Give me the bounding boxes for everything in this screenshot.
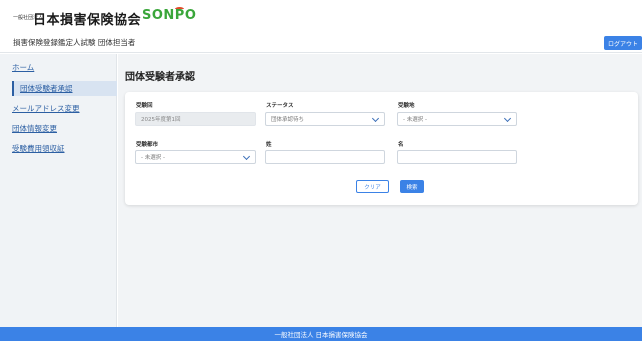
sidebar-item-email-change[interactable]: メールアドレス変更 <box>12 103 80 114</box>
sidebar-item-group-info-change[interactable]: 団体情報変更 <box>12 123 57 134</box>
search-form-card: 受験回 2025年度第1回 ステータス 団体承認待ち 受験地 - 未選択 - 受… <box>125 92 638 205</box>
logout-button[interactable]: ログアウト <box>604 36 642 50</box>
prefecture-select[interactable]: - 未選択 - <box>135 150 256 164</box>
first-name-input[interactable] <box>397 150 517 164</box>
prefecture-label: 受験都市 <box>136 142 159 148</box>
exam-round-field: 2025年度第1回 <box>135 112 256 126</box>
first-name-label: 名 <box>398 142 404 148</box>
sonpo-logo: SONPO <box>142 8 197 23</box>
footer: 一般社団法人 日本損害保険協会 <box>0 327 642 341</box>
last-name-label: 姓 <box>266 142 272 148</box>
main-content: 団体受験者承認 受験回 2025年度第1回 ステータス 団体承認待ち 受験地 -… <box>118 54 642 327</box>
page-title: 団体受験者承認 <box>125 72 195 83</box>
exam-site-select[interactable]: - 未選択 - <box>397 112 517 126</box>
exam-site-select-value: - 未選択 - <box>403 117 427 123</box>
sidebar: ホーム 団体受験者承認 メールアドレス変更 団体情報変更 受験費用領収証 <box>0 54 117 327</box>
sonpo-logo-mark-icon <box>175 7 184 11</box>
sidebar-item-group-approval[interactable]: 団体受験者承認 <box>12 81 117 96</box>
status-select-value: 団体承認待ち <box>271 117 305 123</box>
org-logo-text: 日本損害保険協会 <box>33 13 142 28</box>
clear-button[interactable]: クリア <box>356 180 389 193</box>
sub-header: 損害保険登録鑑定人試験 団体担当者 <box>0 33 642 53</box>
chevron-down-icon <box>242 152 251 161</box>
exam-round-label: 受験回 <box>136 103 153 109</box>
exam-site-label: 受験地 <box>398 103 415 109</box>
chevron-down-icon <box>503 114 512 123</box>
sidebar-item-home[interactable]: ホーム <box>12 62 34 73</box>
system-title: 損害保険登録鑑定人試験 団体担当者 <box>13 38 136 47</box>
prefecture-select-value: - 未選択 - <box>141 155 165 161</box>
top-header: 一般社団法人 日本損害保険協会 SONPO <box>0 0 642 33</box>
last-name-input[interactable] <box>265 150 385 164</box>
search-button[interactable]: 検索 <box>400 180 424 193</box>
status-label: ステータス <box>266 103 294 109</box>
sidebar-item-receipt[interactable]: 受験費用領収証 <box>12 143 65 154</box>
chevron-down-icon <box>371 114 380 123</box>
status-select[interactable]: 団体承認待ち <box>265 112 385 126</box>
